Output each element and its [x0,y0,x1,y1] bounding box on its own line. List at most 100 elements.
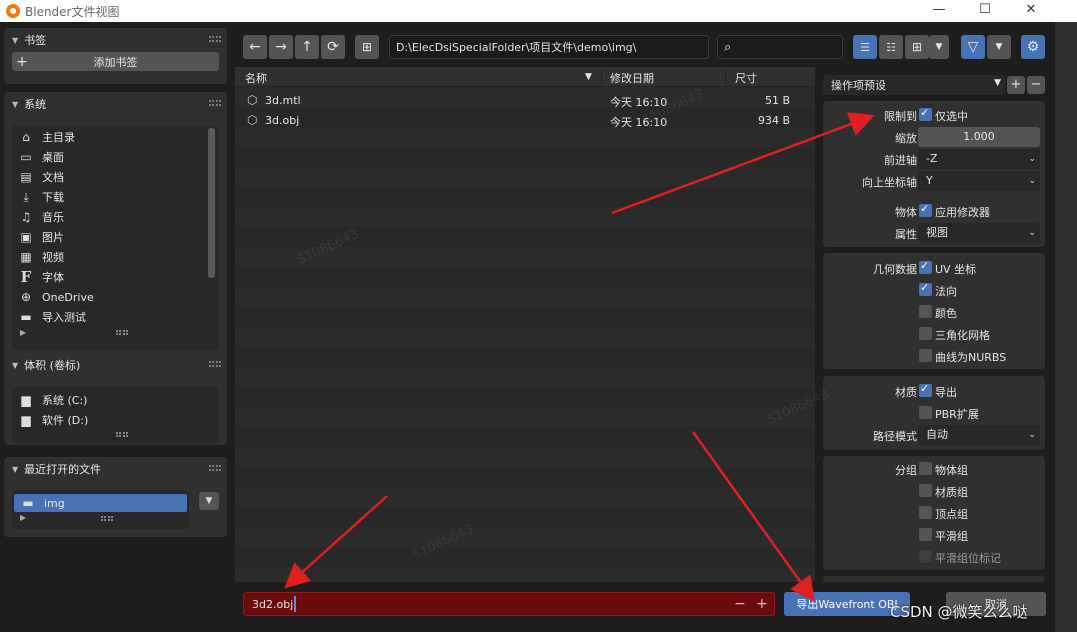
search-input[interactable]: ⌕ [717,35,843,59]
sidebar-item-videos[interactable]: ▦ 视频 [12,247,219,267]
smooth-group-bitflags-checkbox[interactable] [919,550,932,563]
forward-axis-select[interactable]: -Z ⌄ [918,149,1040,169]
column-divider[interactable] [601,69,602,85]
file-3d-icon: ⬡ [247,113,258,127]
collapse-arrow-icon[interactable]: ▼ [12,36,18,45]
sidebar-item-img[interactable]: ▬ img [14,494,187,512]
resize-grip-icon[interactable] [115,432,128,437]
drag-grip-icon[interactable] [209,100,221,106]
column-divider[interactable] [725,69,726,85]
grouping-options-box: 分组 物体组 材质组 顶点组 平滑组 平滑组位标记 [823,456,1045,570]
remove-preset-button[interactable]: − [1027,76,1045,94]
curves-nurbs-checkbox[interactable] [919,349,932,362]
triangulate-label: 三角化网格 [935,329,990,342]
file-row[interactable]: ⬡ 3d.mtl 今天 16:10 51 B [235,91,815,111]
expand-arrow-icon[interactable]: ▶ [20,513,26,522]
sidebar-item-drive-c[interactable]: ▆ 系统 (C:) [12,390,219,410]
triangulate-checkbox[interactable] [919,327,932,340]
uv-checkbox[interactable] [919,259,932,274]
smooth-groups-checkbox[interactable] [919,528,932,541]
close-button[interactable]: ✕ [1008,0,1054,22]
sidebar-item-label: 视频 [42,251,64,264]
collapse-arrow-icon[interactable]: ▼ [12,100,18,109]
pbr-checkbox[interactable] [919,406,932,419]
sidebar-item-music[interactable]: ♫ 音乐 [12,207,219,227]
column-header-date[interactable]: 修改日期 [610,70,654,86]
maximize-button[interactable]: ☐ [962,0,1008,22]
scrollbar[interactable] [208,128,215,278]
path-mode-value: 自动 [926,428,948,441]
add-bookmark-button[interactable]: + 添加书签 [12,52,219,71]
sidebar-item-pictures[interactable]: ▣ 图片 [12,227,219,247]
recent-panel: ▼ 最近打开的文件 ▬ img ▶ ▼ [4,457,227,537]
normals-checkbox[interactable] [919,281,932,296]
sidebar-item-fonts[interactable]: F 字体 [12,267,219,287]
colors-checkbox[interactable] [919,305,932,318]
selected-only-checkbox[interactable] [919,106,932,121]
up-axis-select[interactable]: Y ⌄ [918,171,1040,191]
sidebar-item-home[interactable]: ⌂ 主目录 [12,127,219,147]
expand-arrow-icon[interactable]: ▶ [20,328,26,337]
parent-directory-button[interactable]: ↑ [295,35,319,59]
thumbnail-view-button[interactable]: ⊞ [905,35,929,59]
recent-header[interactable]: ▼ 最近打开的文件 [4,457,227,481]
sidebar-item-label: 主目录 [42,131,75,144]
refresh-button[interactable]: ⟳ [321,35,345,59]
sort-arrow-icon[interactable]: ▼ [585,72,592,82]
column-header-size[interactable]: 尺寸 [735,70,757,86]
sidebar-item-import-test[interactable]: ▬ 导入测试 [12,307,219,327]
selected-only-label: 仅选中 [935,110,968,123]
colors-row: 颜色 [823,301,1045,323]
window-title: Blender文件视图 [25,4,120,19]
title-bar: Blender文件视图 — ☐ ✕ [0,0,1077,22]
system-header[interactable]: ▼ 系统 [4,92,227,116]
sidebar-item-label: 桌面 [42,151,64,164]
sidebar-item-documents[interactable]: ▤ 文档 [12,167,219,187]
column-header-name[interactable]: 名称 [245,70,267,86]
path-field[interactable]: D:\ElecDsiSpecialFolder\项目文件\demo\img\ [389,35,709,59]
properties-select[interactable]: 视图 ⌄ [918,223,1040,243]
object-groups-checkbox[interactable] [919,462,932,475]
filename-input[interactable]: 3d2.obj − + [243,592,775,616]
resize-grip-icon[interactable] [115,330,128,335]
material-groups-checkbox[interactable] [919,484,932,497]
scale-field[interactable]: 1.000 [918,127,1040,147]
vertex-groups-checkbox[interactable] [919,506,932,519]
drag-grip-icon[interactable] [209,36,221,42]
sidebar-item-downloads[interactable]: ⤓ 下载 [12,187,219,207]
apply-modifiers-checkbox[interactable] [919,202,932,217]
collapse-arrow-icon[interactable]: ▼ [12,361,18,370]
decrement-filename-button[interactable]: − [734,596,746,612]
increment-filename-button[interactable]: + [756,596,768,612]
filter-button[interactable]: ▽ [961,35,985,59]
horizontal-list-view-button[interactable]: ☷ [879,35,903,59]
plus-icon: + [16,53,28,70]
minimize-button[interactable]: — [916,0,962,22]
materials-options-box: 材质 导出 PBR扩展 路径模式自动 ⌄ [823,376,1045,450]
volumes-header[interactable]: ▼ 体积 (卷标) [4,353,227,377]
drag-grip-icon[interactable] [209,361,221,367]
recent-dropdown-button[interactable]: ▼ [199,492,219,510]
filter-settings-dropdown[interactable]: ▼ [987,35,1011,59]
sidebar-item-onedrive[interactable]: ⊕ OneDrive [12,287,219,307]
file-row[interactable]: ⬡ 3d.obj 今天 16:10 934 B [235,111,815,131]
operator-presets-dropdown[interactable]: 操作项预设 ▼ [823,75,1005,95]
sidebar-item-label: 下载 [42,191,64,204]
drag-grip-icon[interactable] [209,465,221,471]
path-mode-select[interactable]: 自动 ⌄ [918,425,1040,445]
back-button[interactable]: ← [243,35,267,59]
new-folder-icon: ⊞ [361,40,373,54]
forward-button[interactable]: → [269,35,293,59]
resize-grip-icon[interactable] [100,516,113,521]
sidebar-item-desktop[interactable]: ▭ 桌面 [12,147,219,167]
settings-button[interactable]: ⚙ [1021,35,1045,59]
new-folder-button[interactable]: ⊞ [355,35,379,59]
network-icon: ⊕ [20,290,32,304]
collapse-arrow-icon[interactable]: ▼ [12,465,18,474]
display-settings-dropdown[interactable]: ▼ [929,35,949,59]
sidebar-item-drive-d[interactable]: ▆ 软件 (D:) [12,410,219,430]
materials-export-checkbox[interactable] [919,382,932,397]
vertical-list-view-button[interactable]: ☰ [853,35,877,59]
bookmarks-header[interactable]: ▼ 书签 [4,28,227,52]
add-preset-button[interactable]: + [1007,76,1025,94]
